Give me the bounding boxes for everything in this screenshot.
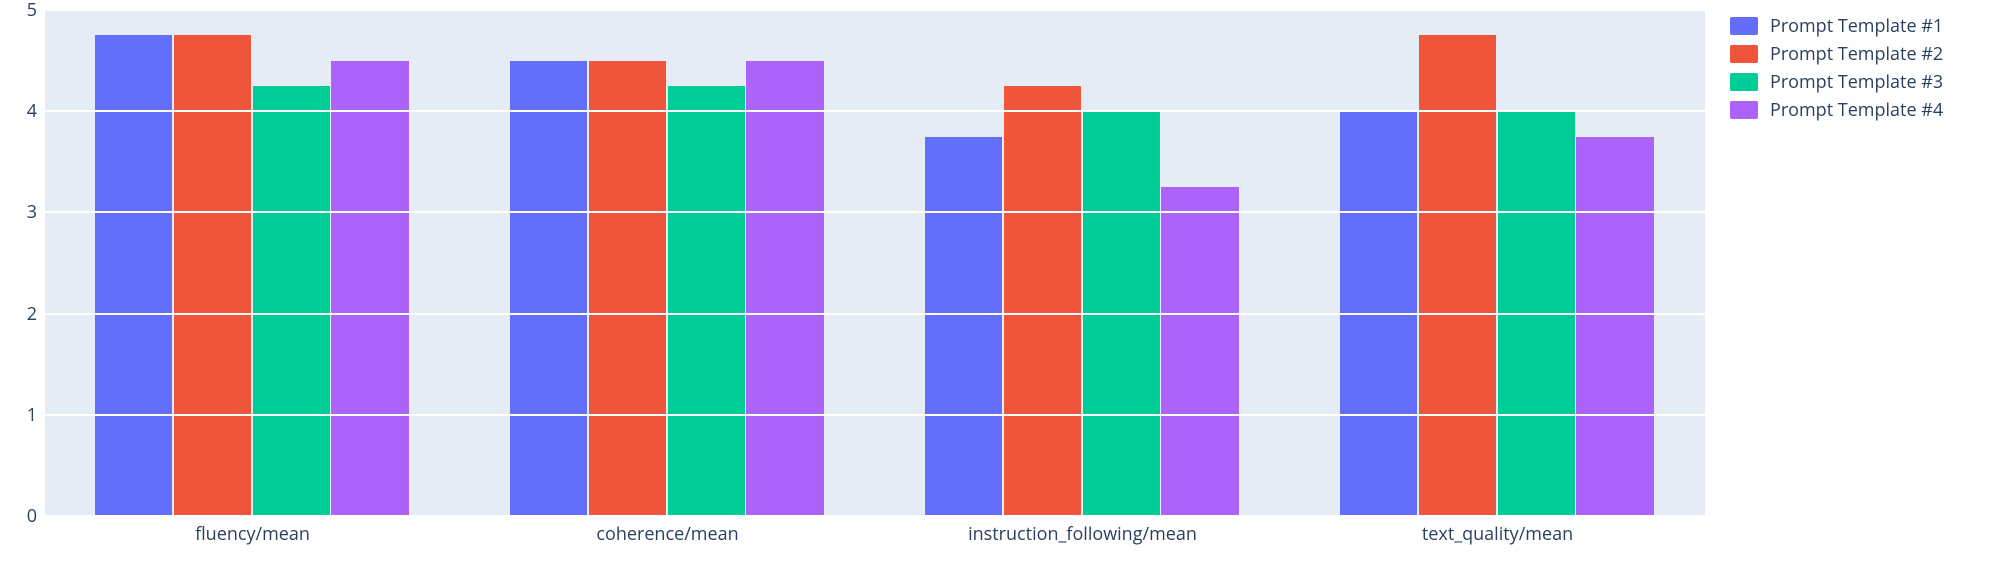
y-tick-label: 1: [27, 403, 37, 427]
legend-item[interactable]: Prompt Template #3: [1730, 68, 2000, 96]
gridline: [45, 211, 1705, 213]
legend-item[interactable]: Prompt Template #2: [1730, 40, 2000, 68]
gridline: [45, 110, 1705, 112]
bar: [253, 86, 330, 516]
x-tick-label: text_quality/mean: [1422, 522, 1573, 546]
bar: [1576, 137, 1653, 517]
bar: [746, 61, 823, 516]
legend-label: Prompt Template #3: [1770, 70, 1943, 94]
plot-area: [45, 10, 1705, 516]
bar: [1161, 187, 1238, 516]
bar: [589, 61, 666, 516]
x-tick-label: coherence/mean: [596, 522, 738, 546]
bar: [1419, 35, 1496, 516]
bar: [510, 61, 587, 516]
bar: [331, 61, 408, 516]
y-axis: 012345: [0, 10, 45, 516]
x-tick-label: fluency/mean: [195, 522, 310, 546]
gridline: [45, 414, 1705, 416]
bar: [925, 137, 1002, 517]
bar: [174, 35, 251, 516]
legend-item[interactable]: Prompt Template #1: [1730, 12, 2000, 40]
legend: Prompt Template #1 Prompt Template #2 Prom…: [1730, 12, 2000, 124]
legend-label: Prompt Template #1: [1770, 14, 1943, 38]
legend-swatch: [1730, 73, 1758, 91]
gridline: [45, 313, 1705, 315]
bar: [1004, 86, 1081, 516]
x-tick-label: instruction_following/mean: [968, 522, 1197, 546]
bar: [668, 86, 745, 516]
y-tick-label: 4: [27, 99, 37, 123]
legend-swatch: [1730, 17, 1758, 35]
y-tick-label: 0: [27, 504, 37, 528]
chart-container: 0 1 2 3 4 5 fluency/mean coherence/mean instruc…: [0, 0, 2010, 566]
bar: [95, 35, 172, 516]
bars-layer: [45, 10, 1705, 516]
legend-item[interactable]: Prompt Template #4: [1730, 96, 2000, 124]
y-tick-label: 2: [27, 302, 37, 326]
gridline: [45, 9, 1705, 11]
y-tick-label: 5: [27, 0, 37, 22]
x-axis: fluency/mean coherence/mean instruction_fo…: [45, 516, 1705, 556]
legend-label: Prompt Template #2: [1770, 42, 1943, 66]
y-tick-label: 3: [27, 200, 37, 224]
legend-label: Prompt Template #4: [1770, 98, 1943, 122]
legend-swatch: [1730, 101, 1758, 119]
legend-swatch: [1730, 45, 1758, 63]
